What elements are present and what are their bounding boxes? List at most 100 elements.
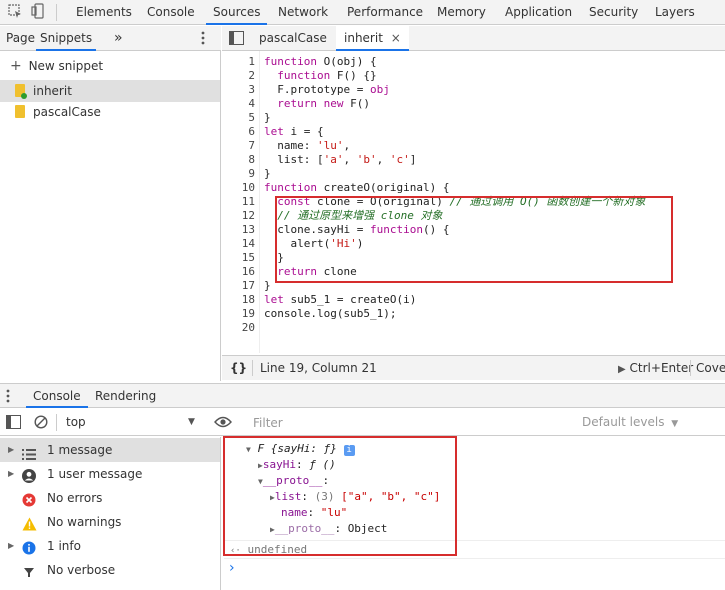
- inspect-element-icon[interactable]: [6, 3, 24, 21]
- tab-memory[interactable]: Memory: [437, 0, 486, 25]
- tab-console[interactable]: Console: [147, 0, 195, 25]
- coverage-label: Cover: [696, 361, 725, 375]
- sidebar-item-errors[interactable]: No errors: [0, 486, 220, 510]
- tab-snippets[interactable]: Snippets: [36, 26, 97, 51]
- console-toolbar: top ▼ Filter Default levels ▼: [0, 409, 725, 436]
- line-number: 2: [248, 69, 255, 82]
- sidebar-item-label: 1 message: [47, 443, 113, 457]
- row-divider: [224, 558, 725, 559]
- console-prompt-icon[interactable]: ›: [229, 560, 235, 576]
- cursor-position: Line 19, Column 21: [260, 361, 377, 375]
- sidebar-item-info[interactable]: ▶ 1 info: [0, 534, 220, 558]
- line-number: 1: [248, 55, 255, 68]
- tab-security[interactable]: Security: [589, 0, 638, 25]
- code-line[interactable]: F.prototype = obj: [264, 83, 390, 97]
- code-line[interactable]: }: [264, 279, 271, 293]
- log-levels-label: Default levels: [582, 415, 665, 429]
- line-number: 14: [241, 237, 255, 250]
- expand-arrow-icon: ▶: [8, 469, 15, 478]
- new-snippet-button[interactable]: + New snippet: [10, 56, 103, 76]
- eye-icon[interactable]: [214, 416, 232, 431]
- sidebar-item-messages[interactable]: ▶ 1 message: [0, 438, 220, 462]
- line-number: 7: [248, 139, 255, 152]
- line-number: 19: [241, 307, 255, 320]
- toolbar-divider: [56, 4, 57, 21]
- device-toolbar-icon[interactable]: [30, 3, 48, 21]
- verbose-icon: [22, 563, 36, 587]
- code-line[interactable]: }: [264, 167, 271, 181]
- line-number: 16: [241, 265, 255, 278]
- console-sidebar: ▶ 1 message ▶ 1 user message No errors N…: [0, 437, 221, 590]
- code-line[interactable]: list: ['a', 'b', 'c']: [264, 153, 416, 167]
- filter-input[interactable]: Filter: [244, 413, 574, 433]
- code-line[interactable]: function F() {}: [264, 69, 376, 83]
- navigator-tabs: Page Snippets »: [0, 26, 221, 51]
- line-number-gutter: 1 2 3 4 5 6 7 8 9 10 11 12 13 14 15 16 1…: [222, 51, 260, 353]
- code-line[interactable]: let i = {: [264, 125, 324, 139]
- context-selector[interactable]: top ▼: [66, 409, 206, 436]
- code-line[interactable]: name: 'lu',: [264, 139, 350, 153]
- line-number: 12: [241, 209, 255, 222]
- code-line[interactable]: let sub5_1 = createO(i): [264, 293, 416, 307]
- line-number: 9: [248, 167, 255, 180]
- editor-status-bar: {} Line 19, Column 21 ▶ Ctrl+Enter Cover: [222, 355, 725, 380]
- highlight-box: [223, 436, 457, 556]
- highlight-box: [275, 196, 673, 283]
- devtools-toolbar: Elements Console Sources Network Perform…: [0, 0, 725, 25]
- sidebar-item-label: 1 info: [47, 539, 81, 553]
- tab-application[interactable]: Application: [505, 0, 572, 25]
- tab-network[interactable]: Network: [278, 0, 328, 25]
- toggle-sidebar-icon[interactable]: [6, 415, 21, 432]
- snippet-item-pascalcase[interactable]: pascalCase: [0, 101, 220, 123]
- plus-icon: +: [10, 58, 22, 74]
- file-icon: [15, 105, 25, 118]
- toggle-navigator-icon[interactable]: [229, 31, 244, 48]
- code-line[interactable]: function O(obj) {: [264, 55, 377, 69]
- context-label: top: [66, 415, 86, 429]
- drawer-tab-rendering[interactable]: Rendering: [95, 384, 156, 408]
- new-snippet-label: New snippet: [28, 59, 104, 73]
- run-shortcut-label: Ctrl+Enter: [629, 361, 694, 375]
- drawer-tabs: Console Rendering: [0, 383, 725, 408]
- line-number: 11: [241, 195, 255, 208]
- sidebar-item-user-messages[interactable]: ▶ 1 user message: [0, 462, 220, 486]
- log-levels-dropdown[interactable]: Default levels ▼: [582, 409, 678, 436]
- divider: [56, 414, 57, 431]
- more-tabs-icon[interactable]: »: [114, 26, 123, 51]
- code-line[interactable]: function createO(original) {: [264, 181, 449, 195]
- sidebar-item-warnings[interactable]: No warnings: [0, 510, 220, 534]
- line-number: 8: [248, 153, 255, 166]
- code-line[interactable]: }: [264, 111, 271, 125]
- line-number: 13: [241, 223, 255, 236]
- tab-elements[interactable]: Elements: [76, 0, 132, 25]
- play-icon: ▶: [618, 364, 626, 375]
- drawer-tab-console[interactable]: Console: [26, 384, 88, 408]
- tab-performance[interactable]: Performance: [347, 0, 423, 25]
- close-icon[interactable]: ×: [391, 31, 401, 45]
- sidebar-item-verbose[interactable]: No verbose: [0, 558, 220, 582]
- pretty-print-button[interactable]: {}: [230, 356, 247, 381]
- line-number: 18: [241, 293, 255, 306]
- snippet-name: inherit: [33, 84, 72, 98]
- line-number: 3: [248, 83, 255, 96]
- drawer-menu-icon[interactable]: [6, 389, 10, 406]
- run-snippet-button[interactable]: ▶ Ctrl+Enter: [618, 356, 693, 381]
- tab-page[interactable]: Page: [6, 26, 35, 51]
- editor-tab-inherit[interactable]: inherit ×: [336, 26, 409, 51]
- line-number: 10: [241, 181, 255, 194]
- clear-console-icon[interactable]: [34, 415, 48, 432]
- line-number: 5: [248, 111, 255, 124]
- more-options-icon[interactable]: [200, 31, 206, 48]
- editor-tab-pascalcase[interactable]: pascalCase: [259, 26, 327, 51]
- snippet-item-inherit[interactable]: inherit: [0, 80, 220, 102]
- code-line[interactable]: return new F(): [264, 97, 370, 111]
- sidebar-item-label: No warnings: [47, 515, 122, 529]
- code-line[interactable]: console.log(sub5_1);: [264, 307, 396, 321]
- line-number: 17: [241, 279, 255, 292]
- line-number: 4: [248, 97, 255, 110]
- editor-tabs: pascalCase inherit ×: [222, 26, 725, 51]
- tab-sources[interactable]: Sources: [206, 0, 268, 25]
- expand-arrow-icon: ▶: [8, 541, 15, 550]
- expand-arrow-icon: ▶: [8, 445, 15, 454]
- tab-layers[interactable]: Layers: [655, 0, 695, 25]
